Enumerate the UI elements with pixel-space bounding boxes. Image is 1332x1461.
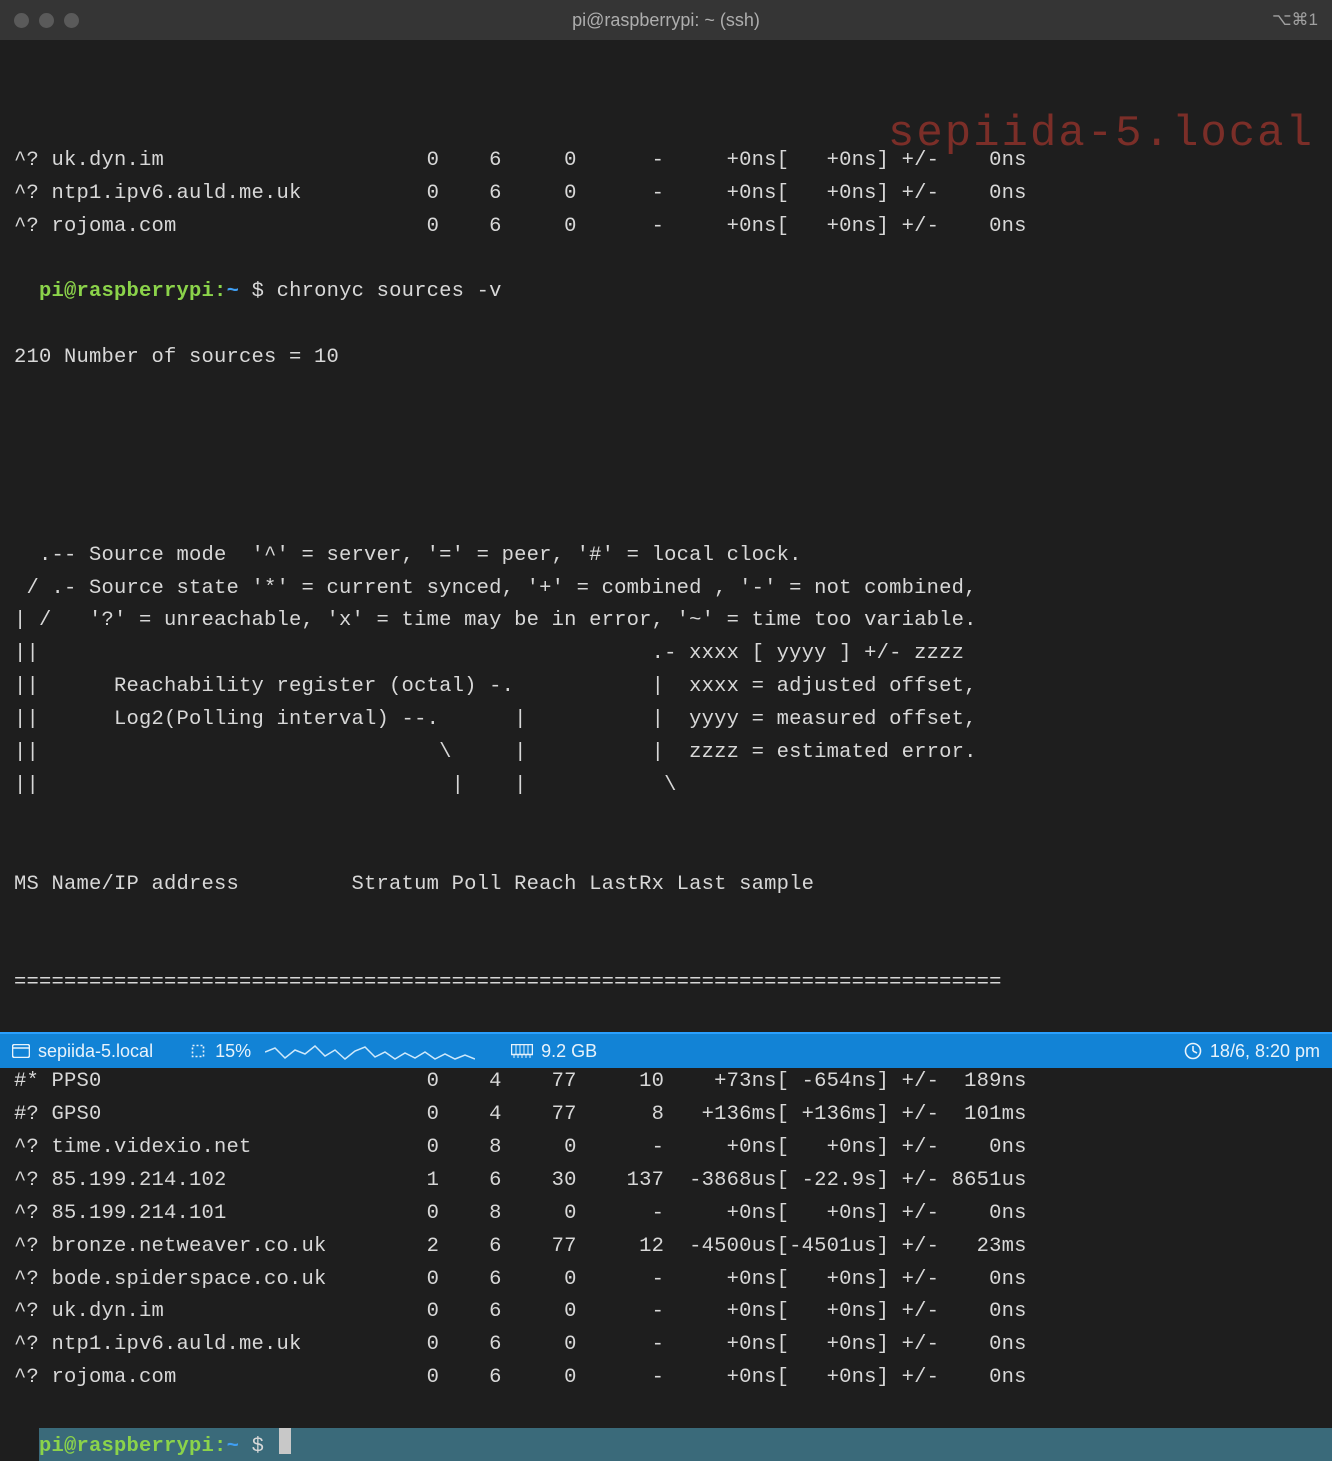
cpu-sparkline — [265, 1040, 475, 1062]
table-row: #* PPS0 0 4 77 10 +73ns[ -654ns] +/- 189… — [14, 1066, 1318, 1099]
window-title: pi@raspberrypi: ~ (ssh) — [0, 10, 1332, 31]
table-row: ^? rojoma.com 0 6 0 - +0ns[ +0ns] +/- 0n… — [14, 1362, 1318, 1395]
status-host[interactable]: sepiida-5.local — [12, 1041, 153, 1062]
status-clock-value: 18/6, 8:20 pm — [1210, 1041, 1320, 1062]
status-cpu-value: 15% — [215, 1041, 251, 1062]
table-row: ^? bode.spiderspace.co.uk 0 6 0 - +0ns[ … — [14, 1264, 1318, 1297]
status-text: 210 Number of sources = 10 — [14, 342, 1318, 375]
cpu-icon — [189, 1042, 207, 1060]
status-ram-value: 9.2 GB — [541, 1041, 597, 1062]
table-row: ^? uk.dyn.im 0 6 0 - +0ns[ +0ns] +/- 0ns — [14, 145, 1318, 178]
table-header: MS Name/IP address Stratum Poll Reach La… — [14, 869, 1318, 902]
status-clock[interactable]: 18/6, 8:20 pm — [1184, 1041, 1320, 1062]
clock-icon — [1184, 1042, 1202, 1060]
table-row: ^? 85.199.214.102 1 6 30 137 -3868us[ -2… — [14, 1165, 1318, 1198]
command-text: chronyc sources -v — [277, 280, 502, 303]
statusbar: sepiida-5.local 15% 9.2 GB 18/6, 8:20 pm — [0, 1032, 1332, 1068]
terminal[interactable]: sepiida-5.local ^? uk.dyn.im 0 6 0 - +0n… — [0, 40, 1332, 1461]
prompt-symbol: $ — [252, 1435, 265, 1458]
ram-icon — [511, 1044, 533, 1058]
legend-line: || Log2(Polling interval) --. | | yyyy =… — [14, 704, 1318, 737]
divider: ========================================… — [14, 967, 1318, 1000]
window-hotkey: ⌥⌘1 — [1272, 10, 1318, 30]
status-host-label: sepiida-5.local — [38, 1041, 153, 1062]
table-row: ^? time.videxio.net 0 8 0 - +0ns[ +0ns] … — [14, 1132, 1318, 1165]
legend-line: || Reachability register (octal) -. | xx… — [14, 671, 1318, 704]
legend-line: / .- Source state '*' = current synced, … — [14, 573, 1318, 606]
legend-line: || \ | | zzzz = estimated error. — [14, 737, 1318, 770]
legend-line: | / '?' = unreachable, 'x' = time may be… — [14, 605, 1318, 638]
prompt-line-current[interactable]: pi@raspberrypi:~ $ — [39, 1428, 1332, 1461]
legend-line: .-- Source mode '^' = server, '=' = peer… — [14, 540, 1318, 573]
table-row: ^? uk.dyn.im 0 6 0 - +0ns[ +0ns] +/- 0ns — [14, 1296, 1318, 1329]
prompt-path: ~ — [227, 1435, 240, 1458]
prompt-user: pi@raspberrypi — [39, 1435, 214, 1458]
status-cpu[interactable]: 15% — [189, 1040, 475, 1062]
prompt-path: ~ — [227, 280, 240, 303]
window-icon — [12, 1044, 30, 1058]
table-row: #? GPS0 0 4 77 8 +136ms[ +136ms] +/- 101… — [14, 1099, 1318, 1132]
prompt-user: pi@raspberrypi — [39, 280, 214, 303]
legend-line: || | | \ — [14, 770, 1318, 803]
table-row: ^? ntp1.ipv6.auld.me.uk 0 6 0 - +0ns[ +0… — [14, 178, 1318, 211]
status-ram[interactable]: 9.2 GB — [511, 1041, 597, 1062]
table-row: ^? ntp1.ipv6.auld.me.uk 0 6 0 - +0ns[ +0… — [14, 1329, 1318, 1362]
cursor — [279, 1428, 291, 1454]
legend-line: || .- xxxx [ yyyy ] +/- zzzz — [14, 638, 1318, 671]
table-row: ^? bronze.netweaver.co.uk 2 6 77 12 -450… — [14, 1231, 1318, 1264]
prompt-symbol: $ — [252, 280, 265, 303]
prompt-line: pi@raspberrypi:~ $ chronyc sources -v — [39, 280, 502, 303]
titlebar: pi@raspberrypi: ~ (ssh) ⌥⌘1 — [0, 0, 1332, 40]
table-row: ^? 85.199.214.101 0 8 0 - +0ns[ +0ns] +/… — [14, 1198, 1318, 1231]
table-row: ^? rojoma.com 0 6 0 - +0ns[ +0ns] +/- 0n… — [14, 211, 1318, 244]
